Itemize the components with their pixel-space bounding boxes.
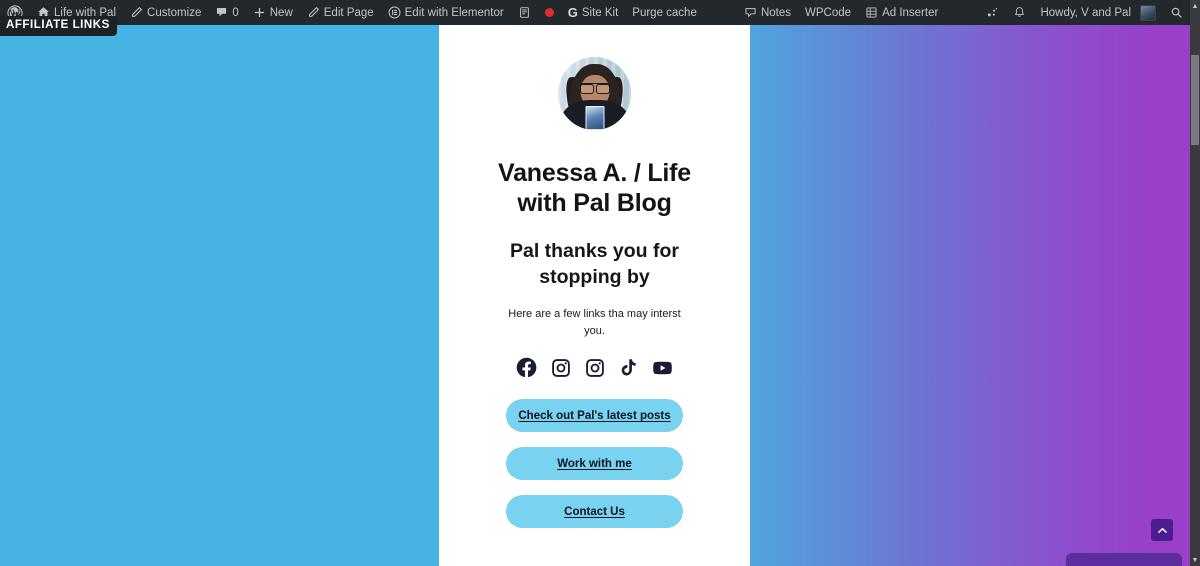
plus-icon xyxy=(253,6,266,19)
tiktok-icon[interactable] xyxy=(618,357,639,378)
note-icon xyxy=(744,6,757,19)
pencil-icon xyxy=(130,6,143,19)
ad-inserter-button[interactable]: Ad Inserter xyxy=(858,0,945,25)
avatar-book xyxy=(585,106,604,130)
facebook-icon[interactable] xyxy=(516,357,537,378)
purge-cache-label: Purge cache xyxy=(632,6,697,19)
instagram-icon-2[interactable] xyxy=(584,357,605,378)
ad-inserter-label: Ad Inserter xyxy=(882,6,939,19)
link-in-bio-card: Vanessa A. / Life with Pal Blog Pal than… xyxy=(439,25,750,566)
new-content-label: New xyxy=(269,6,293,19)
chevron-up-icon xyxy=(1156,524,1169,537)
edit-page-label: Edit Page xyxy=(323,6,374,19)
jetpack-stats-icon xyxy=(985,6,999,20)
page-blurb: Here are a few links tha may interst you… xyxy=(508,308,681,337)
adminbar-right-group: Howdy, V and Pal xyxy=(978,0,1190,25)
new-content-button[interactable]: New xyxy=(246,0,300,25)
search-button[interactable] xyxy=(1163,0,1190,25)
youtube-icon[interactable] xyxy=(652,357,673,378)
social-links-row xyxy=(516,357,673,378)
my-account-menu[interactable]: Howdy, V and Pal xyxy=(1033,0,1163,25)
comments-button[interactable]: 0 xyxy=(208,0,245,25)
scroll-to-top-button[interactable] xyxy=(1151,519,1173,541)
adminbar-spacer-2 xyxy=(945,0,978,25)
site-kit-label: Site Kit xyxy=(581,6,619,19)
adminbar-spacer xyxy=(704,0,737,25)
avatar-icon xyxy=(1140,4,1156,21)
page-subtitle: Pal thanks you for stopping by xyxy=(509,240,680,288)
comment-bubble-icon xyxy=(215,6,228,19)
wpforms-button[interactable] xyxy=(511,0,538,25)
scrollbar-thumb[interactable] xyxy=(1191,55,1199,145)
profile-avatar xyxy=(558,57,631,130)
contact-us-label: Contact Us xyxy=(564,505,625,518)
scrollbar-down-arrow-icon[interactable]: ▼ xyxy=(1190,554,1200,566)
browser-viewport: Life with Pal Customize 0 New Edit Page … xyxy=(0,0,1200,566)
work-with-me-button[interactable]: Work with me xyxy=(506,447,683,481)
pencil-icon xyxy=(307,6,320,19)
avatar-glasses xyxy=(579,83,610,94)
notes-button[interactable]: Notes xyxy=(737,0,798,25)
latest-posts-button[interactable]: Check out Pal's latest posts xyxy=(506,399,683,433)
bottom-floating-chip[interactable] xyxy=(1066,553,1182,566)
howdy-label: Howdy, V and Pal xyxy=(1040,6,1131,19)
search-icon xyxy=(1170,6,1183,19)
bell-icon xyxy=(1013,6,1026,19)
notification-dot-indicator[interactable] xyxy=(538,0,561,25)
site-kit-button[interactable]: G Site Kit xyxy=(561,0,626,25)
wpcode-button[interactable]: WPCode xyxy=(798,0,858,25)
link-buttons-list: Check out Pal's latest posts Work with m… xyxy=(439,399,750,529)
affiliate-links-badge: AFFILIATE LINKS xyxy=(0,16,117,36)
edit-with-elementor-label: Edit with Elementor xyxy=(404,6,504,19)
customize-label: Customize xyxy=(147,6,202,19)
contact-us-button[interactable]: Contact Us xyxy=(506,495,683,529)
customize-button[interactable]: Customize xyxy=(123,0,208,25)
latest-posts-label: Check out Pal's latest posts xyxy=(518,409,671,422)
instagram-icon[interactable] xyxy=(550,357,571,378)
wpcode-label: WPCode xyxy=(805,6,852,19)
page-title: Vanessa A. / Life with Pal Blog xyxy=(498,159,691,217)
edit-with-elementor-button[interactable]: Edit with Elementor xyxy=(381,0,511,25)
wp-admin-bar: Life with Pal Customize 0 New Edit Page … xyxy=(0,0,1190,25)
jetpack-stats-button[interactable] xyxy=(978,0,1006,25)
elementor-icon xyxy=(388,6,401,19)
notifications-button[interactable] xyxy=(1006,0,1033,25)
purge-cache-button[interactable]: Purge cache xyxy=(625,0,704,25)
work-with-me-label: Work with me xyxy=(557,457,632,470)
scrollbar-up-arrow-icon[interactable]: ▲ xyxy=(1190,0,1200,12)
google-g-icon: G xyxy=(567,5,578,20)
comments-count: 0 xyxy=(232,6,239,19)
notes-label: Notes xyxy=(760,6,792,19)
wpforms-icon xyxy=(518,6,531,19)
red-dot-icon xyxy=(544,8,554,17)
vertical-scrollbar[interactable]: ▲ ▼ xyxy=(1190,0,1200,566)
grid-icon xyxy=(865,6,878,19)
edit-page-button[interactable]: Edit Page xyxy=(300,0,381,25)
